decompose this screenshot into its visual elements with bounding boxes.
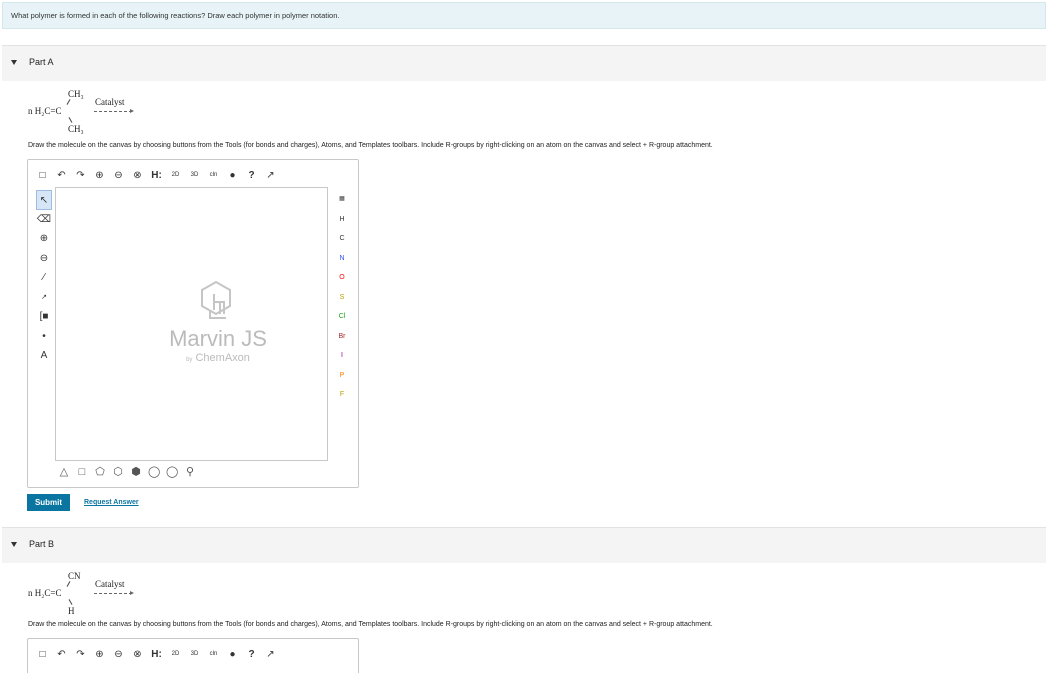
redo-icon[interactable]: ↷: [74, 169, 87, 182]
question-text: What polymer is formed in each of the fo…: [11, 11, 340, 20]
bond-line: [66, 581, 71, 587]
part-a-instruction: Draw the molecule on the canvas by choos…: [28, 142, 713, 149]
fullscreen-icon[interactable]: ↗: [264, 648, 277, 661]
top-toolbar: □ ↶ ↷ ⊕ ⊖ ⊗ H: 2D 3D cln ● ? ↗: [36, 645, 277, 663]
reaction-arrow-icon: [94, 109, 134, 113]
by-label: by: [186, 357, 193, 363]
part-b-reaction: CN n H₂C=C H Catalyst: [28, 571, 148, 621]
part-b-title: Part B: [29, 539, 55, 549]
2d-clean-icon[interactable]: 2D: [169, 648, 182, 661]
submit-button[interactable]: Submit: [27, 494, 70, 511]
periodic-table-icon[interactable]: ▦: [335, 190, 349, 210]
undo-icon[interactable]: ↶: [55, 648, 68, 661]
info-icon[interactable]: ●: [226, 169, 239, 182]
chemaxon-label: ChemAxon: [195, 352, 250, 364]
cyclopentane-template-icon[interactable]: ⬠: [94, 466, 106, 478]
monomer-formula: n H₂C=C: [28, 106, 62, 116]
benzene-template-icon[interactable]: ⬡: [112, 466, 124, 478]
top-substituent: CH₃: [68, 89, 84, 99]
marvin-editor[interactable]: □ ↶ ↷ ⊕ ⊖ ⊗ H: 2D 3D cln ● ? ↗ ↖ ⌫ ⊕ ⊖ ∕…: [27, 159, 359, 488]
top-substituent: CN: [68, 571, 81, 581]
request-answer-link[interactable]: Request Answer: [84, 499, 139, 506]
drawing-canvas[interactable]: Marvin JS by ChemAxon: [55, 187, 328, 461]
zoom-in-icon[interactable]: ⊕: [93, 648, 106, 661]
atom-n[interactable]: N: [335, 249, 349, 269]
part-a-reaction: CH₃ n H₂C=C CH₃ Catalyst: [28, 89, 148, 139]
bracket-tool-icon[interactable]: [■: [36, 307, 52, 327]
atom-o[interactable]: O: [335, 268, 349, 288]
atom-br[interactable]: Br: [335, 327, 349, 347]
marvin-title: Marvin JS: [169, 326, 267, 351]
reaction-arrow-icon: [94, 591, 134, 595]
electron-dot-icon[interactable]: •: [36, 327, 52, 347]
bond-line: [68, 599, 73, 605]
atoms-toolbar: ▦ H C N O S Cl Br I P F: [335, 190, 349, 405]
marvin-editor[interactable]: □ ↶ ↷ ⊕ ⊖ ⊗ H: 2D 3D cln ● ? ↗: [27, 638, 359, 673]
left-toolbar: ↖ ⌫ ⊕ ⊖ ∕ ↗ [■ • A: [36, 190, 52, 366]
bond-line: [68, 117, 73, 123]
collapse-caret-icon[interactable]: [11, 542, 17, 547]
atom-i[interactable]: I: [335, 346, 349, 366]
zoom-in-icon[interactable]: ⊕: [93, 169, 106, 182]
atom-cl[interactable]: Cl: [335, 307, 349, 327]
atom-label-icon[interactable]: A: [36, 346, 52, 366]
plus-charge-icon[interactable]: ⊕: [36, 229, 52, 249]
monomer-formula: n H₂C=C: [28, 588, 62, 598]
part-b-header[interactable]: Part B: [2, 527, 1046, 563]
help-icon[interactable]: ?: [245, 648, 258, 661]
part-b-instruction: Draw the molecule on the canvas by choos…: [28, 621, 713, 628]
zoom-fit-icon[interactable]: ⊗: [131, 169, 144, 182]
part-a-title: Part A: [29, 57, 54, 67]
zoom-fit-icon[interactable]: ⊗: [131, 648, 144, 661]
3d-clean-icon[interactable]: 3D: [188, 169, 201, 182]
cycloheptane-template-icon[interactable]: ◯: [148, 466, 160, 478]
3d-clean-icon[interactable]: 3D: [188, 648, 201, 661]
cyclopropane-template-icon[interactable]: △: [58, 466, 70, 478]
bottom-substituent: H: [68, 606, 75, 616]
part-a-header[interactable]: Part A: [2, 45, 1046, 81]
question-banner: What polymer is formed in each of the fo…: [2, 2, 1046, 29]
help-icon[interactable]: ?: [245, 169, 258, 182]
redo-icon[interactable]: ↷: [74, 648, 87, 661]
collapse-caret-icon[interactable]: [11, 60, 17, 65]
catalyst-label: Catalyst: [95, 97, 125, 107]
marvin-logo: Marvin JS by ChemAxon: [168, 280, 268, 364]
bottom-substituent: CH₃: [68, 124, 84, 134]
2d-clean-icon[interactable]: 2D: [169, 169, 182, 182]
atom-c[interactable]: C: [335, 229, 349, 249]
marvin-hand-icon: [201, 280, 231, 319]
minus-charge-icon[interactable]: ⊖: [36, 249, 52, 269]
select-tool-icon[interactable]: ↖: [36, 190, 52, 210]
zoom-out-icon[interactable]: ⊖: [112, 648, 125, 661]
atom-s[interactable]: S: [335, 288, 349, 308]
chain-tool-icon[interactable]: ↗: [36, 288, 52, 308]
templates-toolbar: △ □ ⬠ ⬡ ⬢ ◯ ◯ ⚲: [58, 464, 196, 480]
atom-p[interactable]: P: [335, 366, 349, 386]
fullscreen-icon[interactable]: ↗: [264, 169, 277, 182]
explicit-h-icon[interactable]: H:: [150, 648, 163, 661]
bond-line: [66, 99, 71, 105]
undo-icon[interactable]: ↶: [55, 169, 68, 182]
new-document-icon[interactable]: □: [36, 648, 49, 661]
info-icon[interactable]: ●: [226, 648, 239, 661]
new-document-icon[interactable]: □: [36, 169, 49, 182]
zoom-out-icon[interactable]: ⊖: [112, 169, 125, 182]
atom-h[interactable]: H: [335, 210, 349, 230]
structure-template-icon[interactable]: ⚲: [184, 466, 196, 478]
explicit-h-icon[interactable]: H:: [150, 169, 163, 182]
top-toolbar: □ ↶ ↷ ⊕ ⊖ ⊗ H: 2D 3D cln ● ? ↗: [36, 166, 277, 184]
cyclohexane-template-icon[interactable]: ⬢: [130, 466, 142, 478]
clean-icon[interactable]: cln: [207, 648, 220, 661]
atom-f[interactable]: F: [335, 385, 349, 405]
bond-tool-icon[interactable]: ∕: [36, 268, 52, 288]
cyclooctane-template-icon[interactable]: ◯: [166, 466, 178, 478]
cyclobutane-template-icon[interactable]: □: [76, 466, 88, 478]
clean-icon[interactable]: cln: [207, 169, 220, 182]
catalyst-label: Catalyst: [95, 579, 125, 589]
eraser-icon[interactable]: ⌫: [36, 210, 52, 230]
chemaxon-brand: by ChemAxon: [168, 352, 268, 364]
